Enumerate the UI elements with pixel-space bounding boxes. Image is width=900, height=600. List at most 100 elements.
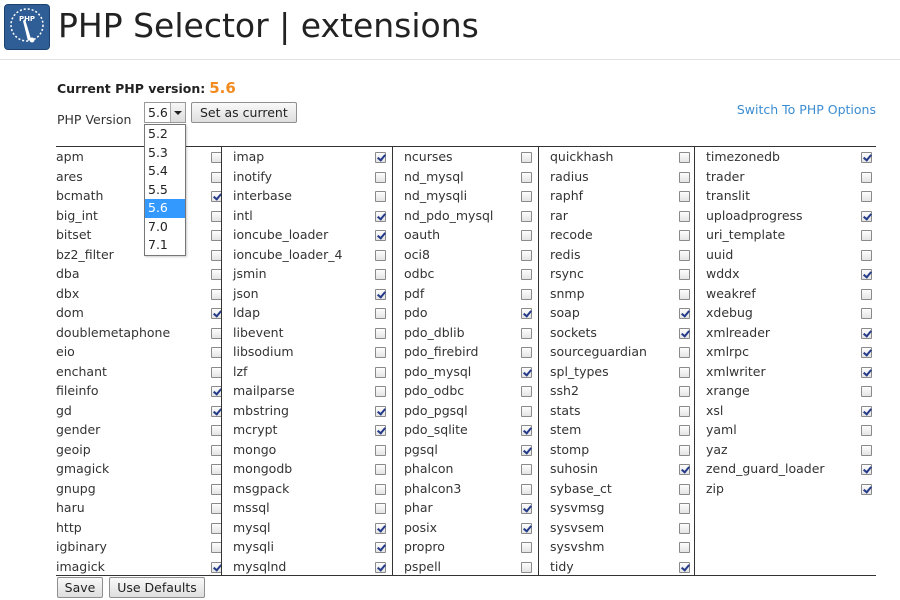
extension-checkbox[interactable]: [375, 522, 386, 534]
extension-checkbox[interactable]: [375, 464, 386, 475]
extension-checkbox[interactable]: [861, 191, 872, 202]
version-option[interactable]: 5.2: [145, 125, 185, 144]
extension-checkbox[interactable]: [861, 405, 872, 417]
extension-checkbox[interactable]: [861, 425, 872, 436]
extension-checkbox[interactable]: [861, 171, 872, 183]
extension-checkbox[interactable]: [861, 464, 872, 475]
extension-checkbox[interactable]: [861, 230, 872, 241]
extension-name: sysvmsg: [550, 500, 605, 515]
extension-checkbox[interactable]: [521, 425, 532, 436]
version-option[interactable]: 5.3: [145, 144, 185, 163]
version-option[interactable]: 7.1: [145, 236, 185, 255]
extension-checkbox[interactable]: [521, 288, 532, 300]
extension-checkbox[interactable]: [375, 191, 386, 202]
extension-checkbox[interactable]: [679, 308, 690, 319]
extension-name: gd: [56, 402, 72, 418]
extension-checkbox[interactable]: [521, 210, 532, 222]
extension-checkbox[interactable]: [375, 561, 386, 573]
extension-checkbox[interactable]: [375, 425, 386, 436]
extension-row: nd_pdo_mysql: [393, 206, 538, 226]
extension-checkbox[interactable]: [679, 210, 690, 222]
extension-checkbox[interactable]: [679, 483, 690, 495]
extension-checkbox[interactable]: [861, 308, 872, 319]
extension-checkbox[interactable]: [375, 308, 386, 319]
extension-checkbox[interactable]: [375, 230, 386, 241]
extension-checkbox[interactable]: [521, 444, 532, 456]
extension-checkbox[interactable]: [521, 269, 532, 280]
extension-checkbox[interactable]: [521, 522, 532, 534]
extension-checkbox[interactable]: [861, 386, 872, 397]
extension-checkbox[interactable]: [375, 327, 386, 339]
extension-checkbox[interactable]: [375, 483, 386, 495]
extension-checkbox[interactable]: [861, 152, 872, 163]
extension-checkbox[interactable]: [679, 288, 690, 300]
extension-checkbox[interactable]: [375, 347, 386, 358]
version-option[interactable]: 7.0: [145, 218, 185, 237]
use-defaults-button[interactable]: Use Defaults: [109, 577, 205, 598]
extension-checkbox[interactable]: [521, 464, 532, 475]
extension-checkbox[interactable]: [521, 483, 532, 495]
extension-checkbox[interactable]: [679, 171, 690, 183]
extension-checkbox[interactable]: [521, 503, 532, 514]
save-button[interactable]: Save: [57, 577, 103, 598]
extension-checkbox[interactable]: [679, 405, 690, 417]
extension-checkbox[interactable]: [861, 269, 872, 280]
extension-checkbox[interactable]: [861, 444, 872, 456]
extension-checkbox[interactable]: [521, 405, 532, 417]
version-option[interactable]: 5.4: [145, 162, 185, 181]
extension-checkbox[interactable]: [679, 230, 690, 241]
chevron-down-icon[interactable]: [170, 103, 185, 122]
extension-checkbox[interactable]: [375, 269, 386, 280]
extension-checkbox[interactable]: [375, 386, 386, 397]
extension-checkbox[interactable]: [679, 249, 690, 261]
extension-checkbox[interactable]: [861, 288, 872, 300]
version-option-selected[interactable]: 5.6: [145, 199, 185, 218]
extension-checkbox[interactable]: [375, 444, 386, 456]
extension-checkbox[interactable]: [679, 503, 690, 514]
extension-checkbox[interactable]: [679, 347, 690, 358]
extension-checkbox[interactable]: [861, 249, 872, 261]
extension-checkbox[interactable]: [861, 210, 872, 222]
extension-checkbox[interactable]: [521, 561, 532, 573]
extension-checkbox[interactable]: [679, 269, 690, 280]
extension-checkbox[interactable]: [679, 561, 690, 573]
extension-checkbox[interactable]: [375, 152, 386, 163]
extension-checkbox[interactable]: [679, 542, 690, 553]
extension-checkbox[interactable]: [375, 405, 386, 417]
extension-checkbox[interactable]: [861, 327, 872, 339]
extension-checkbox[interactable]: [375, 366, 386, 378]
extension-checkbox[interactable]: [679, 386, 690, 397]
extension-checkbox[interactable]: [521, 171, 532, 183]
extension-checkbox[interactable]: [521, 327, 532, 339]
extension-checkbox[interactable]: [679, 522, 690, 534]
extension-checkbox[interactable]: [521, 347, 532, 358]
extension-checkbox[interactable]: [521, 542, 532, 553]
extension-checkbox[interactable]: [521, 366, 532, 378]
extension-checkbox[interactable]: [679, 191, 690, 202]
extension-checkbox[interactable]: [521, 386, 532, 397]
extension-checkbox[interactable]: [375, 542, 386, 553]
php-version-select[interactable]: 5.6: [144, 102, 186, 123]
version-option[interactable]: 5.5: [145, 181, 185, 200]
extension-checkbox[interactable]: [679, 464, 690, 475]
extension-checkbox[interactable]: [861, 483, 872, 495]
extension-checkbox[interactable]: [521, 152, 532, 163]
extension-checkbox[interactable]: [679, 327, 690, 339]
extension-checkbox[interactable]: [521, 191, 532, 202]
switch-to-php-options-link[interactable]: Switch To PHP Options: [737, 102, 876, 117]
extension-checkbox[interactable]: [521, 308, 532, 319]
extension-checkbox[interactable]: [679, 152, 690, 163]
extension-checkbox[interactable]: [679, 366, 690, 378]
extension-checkbox[interactable]: [375, 249, 386, 261]
extension-checkbox[interactable]: [861, 347, 872, 358]
extension-checkbox[interactable]: [375, 288, 386, 300]
extension-checkbox[interactable]: [375, 171, 386, 183]
extension-checkbox[interactable]: [679, 444, 690, 456]
extension-checkbox[interactable]: [375, 503, 386, 514]
extension-checkbox[interactable]: [679, 425, 690, 436]
extension-checkbox[interactable]: [375, 210, 386, 222]
extension-checkbox[interactable]: [521, 230, 532, 241]
extension-checkbox[interactable]: [861, 366, 872, 378]
extension-checkbox[interactable]: [521, 249, 532, 261]
set-as-current-button[interactable]: Set as current: [191, 102, 297, 123]
